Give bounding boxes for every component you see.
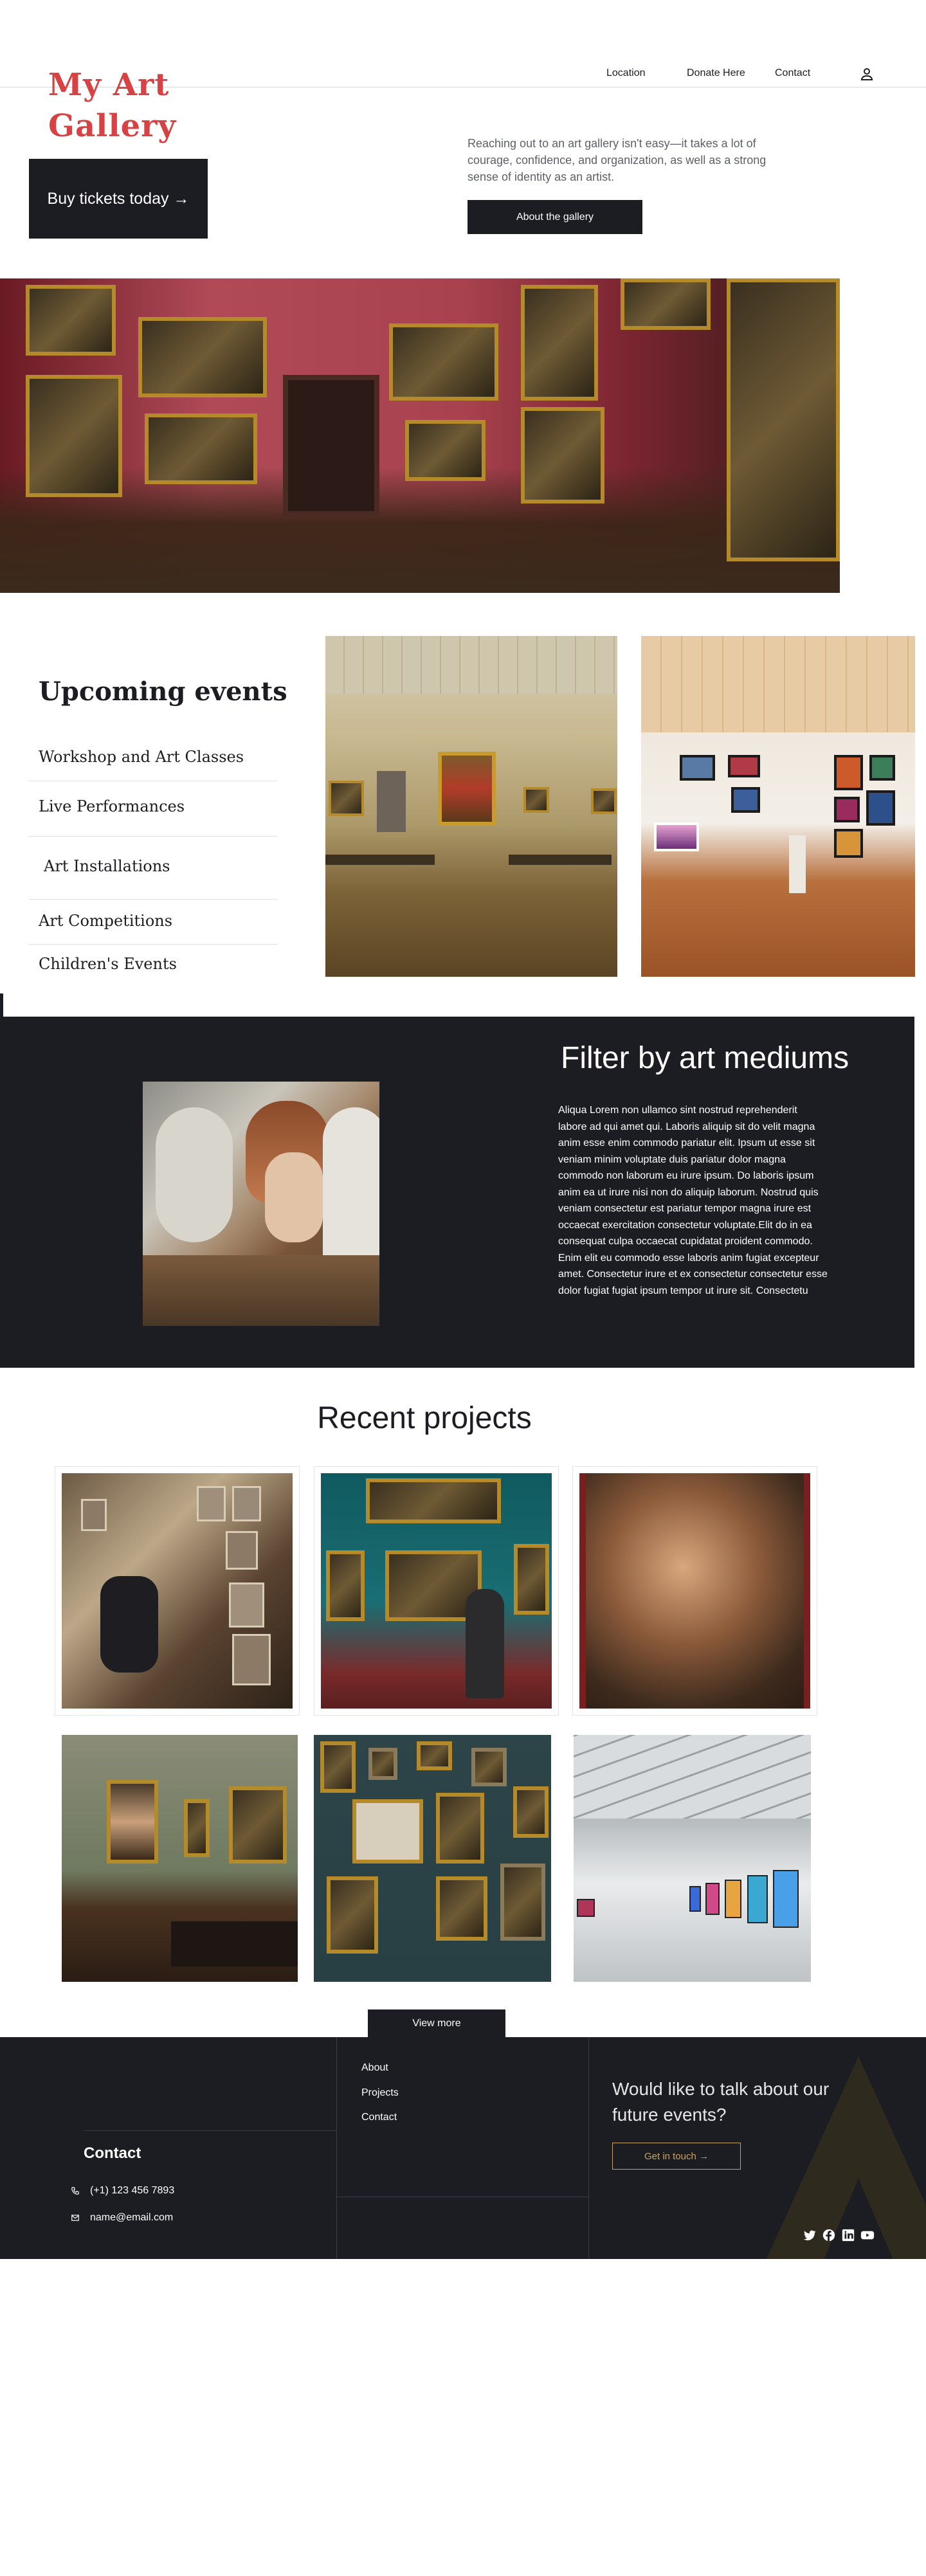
twitter-icon[interactable] [803,2228,817,2242]
projects-title: Recent projects [317,1401,532,1435]
event-art-competitions[interactable]: Art Competitions [39,912,278,930]
divider [29,944,278,945]
project-image[interactable] [314,1735,551,1982]
project-image [579,1473,810,1709]
event-art-installations[interactable]: Art Installations [44,857,283,875]
footer-cta-text: Would like to talk about our future even… [612,2079,830,2125]
events-title: Upcoming events [39,676,287,707]
logo-line-1: My Art [48,67,170,103]
divider [336,2037,337,2259]
divider [588,2037,589,2259]
project-image[interactable] [574,1735,811,1982]
view-more-button[interactable]: View more [368,2009,505,2037]
divider [29,836,278,837]
logo-line-2: Gallery [48,108,177,144]
nav-location[interactable]: Location [606,68,646,79]
event-gallery-image-1 [325,636,617,977]
email-address: name@email.com [90,2212,174,2223]
logo[interactable]: My Art Gallery [48,64,241,147]
phone-icon [71,2187,79,2195]
divider [84,2130,336,2131]
project-tile[interactable] [572,1466,817,1716]
linkedin-icon[interactable] [841,2228,855,2242]
event-gallery-image-2 [641,636,915,977]
filter-description: Aliqua Lorem non ullamco sint nostrud re… [558,1105,828,1296]
nav-donate[interactable]: Donate Here [687,68,745,79]
project-image [321,1473,552,1709]
event-live-performances[interactable]: Live Performances [39,797,278,815]
event-childrens[interactable]: Children's Events [39,955,278,973]
nav-contact[interactable]: Contact [775,68,810,79]
project-image [62,1473,293,1709]
hero-intro: Reaching out to an art gallery isn't eas… [468,137,767,183]
user-icon[interactable] [859,66,875,82]
gallery-hero-image [0,278,840,593]
about-gallery-button[interactable]: About the gallery [468,200,642,234]
project-image[interactable] [62,1735,298,1982]
footer-link-about[interactable]: About [361,2062,388,2074]
buy-tickets-button[interactable]: Buy tickets today → [29,159,208,239]
event-workshop[interactable]: Workshop and Art Classes [39,748,278,766]
mail-icon [71,2215,79,2221]
sculpture-image [143,1082,379,1326]
project-tile[interactable] [55,1466,300,1716]
footer-link-projects[interactable]: Projects [361,2087,399,2099]
youtube-icon[interactable] [860,2228,875,2242]
phone-number: (+1) 123 456 7893 [90,2185,175,2196]
footer-link-contact[interactable]: Contact [361,2112,397,2123]
filter-title: Filter by art mediums [561,1041,849,1075]
get-in-touch-button[interactable]: Get in touch → [612,2143,741,2170]
footer-contact-title: Contact [84,2145,141,2162]
divider [29,899,278,900]
accent-bar [0,993,3,1017]
project-tile[interactable] [314,1466,559,1716]
phone-row[interactable]: (+1) 123 456 7893 [71,2185,174,2197]
email-row[interactable]: name@email.com [71,2212,173,2224]
facebook-icon[interactable] [822,2228,836,2242]
